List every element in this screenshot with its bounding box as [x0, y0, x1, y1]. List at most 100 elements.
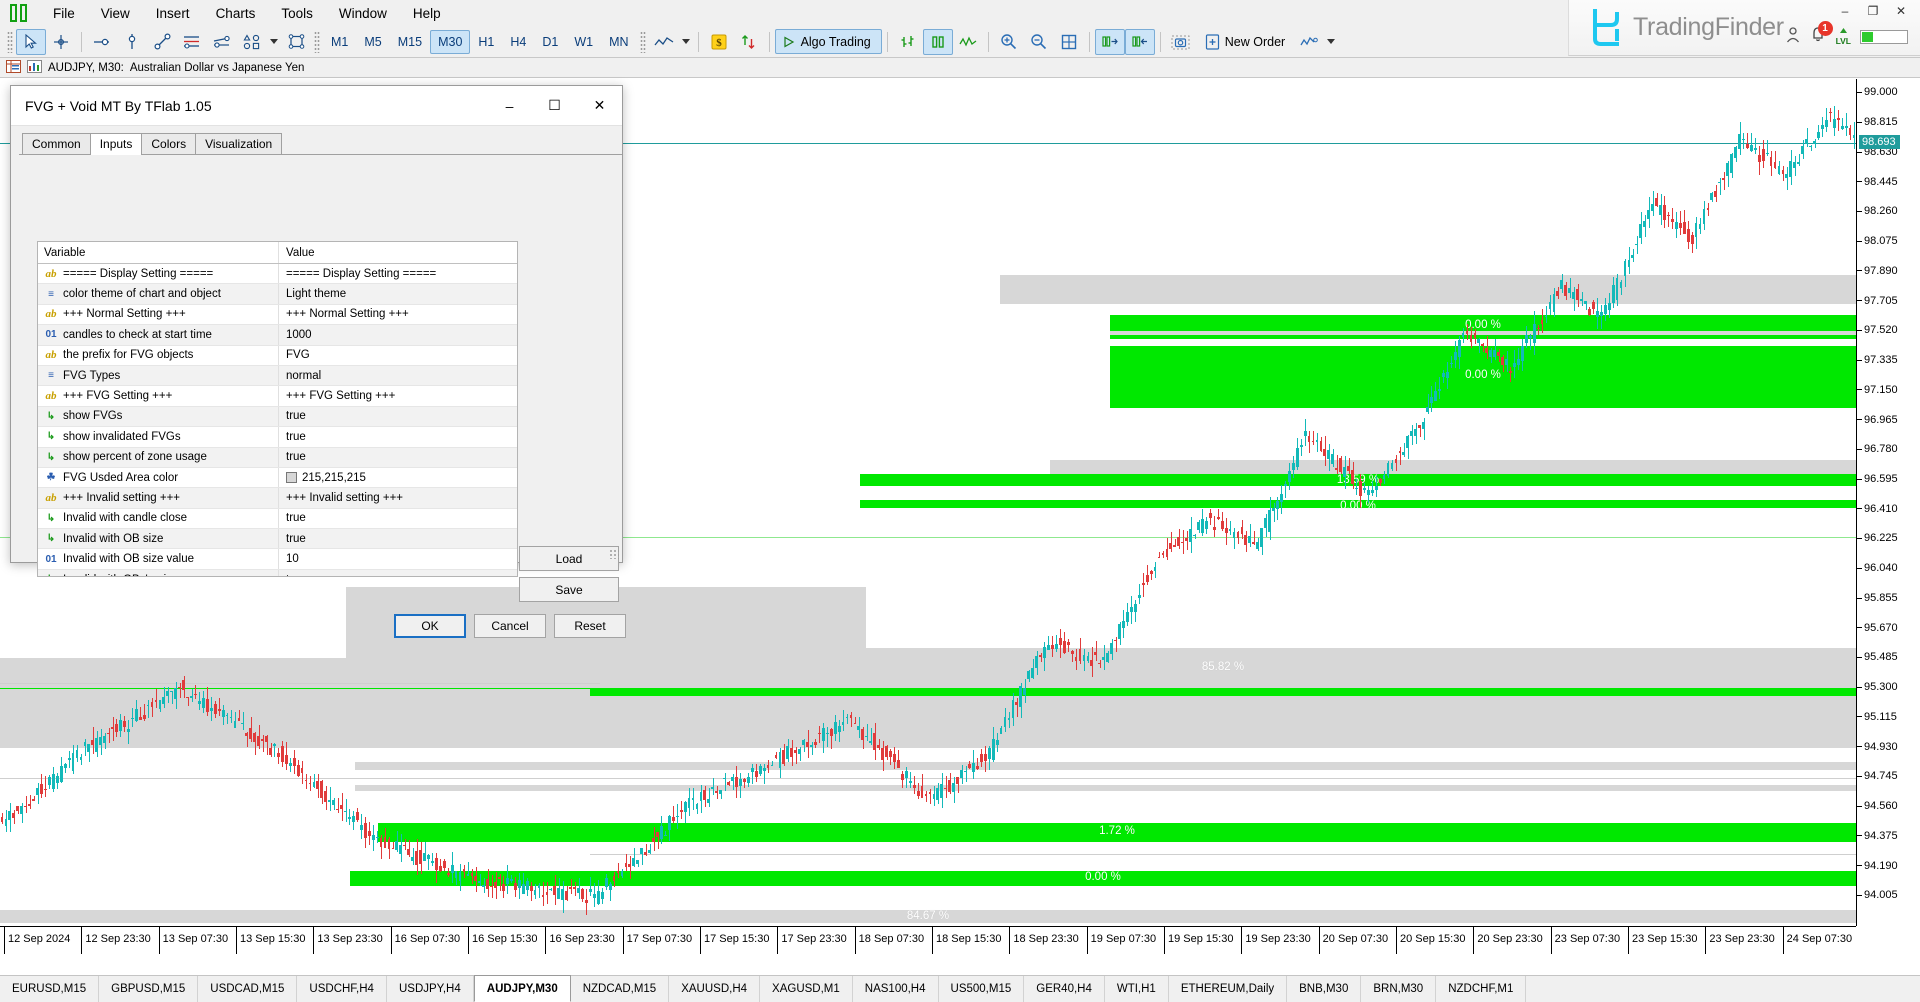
grid-row[interactable]: ↳Invalid with OBs' uniontrue	[38, 570, 517, 577]
reset-button[interactable]: Reset	[554, 614, 626, 638]
shift-chart-right-icon[interactable]	[1095, 29, 1125, 55]
chart-tab-eurusd-m15[interactable]: EURUSD,M15	[0, 976, 99, 1002]
menu-item-insert[interactable]: Insert	[143, 3, 203, 24]
timeframe-h1[interactable]: H1	[470, 30, 502, 54]
chart-tab-ethereum-daily[interactable]: ETHEREUM,Daily	[1169, 976, 1287, 1002]
menu-item-window[interactable]: Window	[326, 3, 400, 24]
menu-item-file[interactable]: File	[40, 3, 88, 24]
dialog-tab-visualization[interactable]: Visualization	[195, 133, 282, 154]
grid-row[interactable]: ab+++ FVG Setting ++++++ FVG Setting +++	[38, 386, 517, 406]
close-icon[interactable]: ✕	[577, 86, 622, 125]
algo-trading-button[interactable]: Algo Trading	[775, 29, 882, 54]
grid-row[interactable]: ☘FVG Usded Area color215,215,215	[38, 468, 517, 488]
dialog-tab-common[interactable]: Common	[22, 133, 91, 154]
timeframe-d1[interactable]: D1	[534, 30, 566, 54]
grid-row[interactable]: ≡FVG Typesnormal	[38, 366, 517, 386]
cell-value-wrap[interactable]: true	[279, 410, 517, 422]
cell-value-wrap[interactable]: true	[279, 574, 517, 577]
select-object-icon[interactable]	[281, 29, 311, 55]
trendline-icon[interactable]	[147, 29, 177, 55]
shift-chart-left-icon[interactable]	[1125, 29, 1155, 55]
maximize-icon[interactable]: ☐	[532, 86, 577, 125]
cancel-button[interactable]: Cancel	[474, 614, 546, 638]
chart-tab-brn-m30[interactable]: BRN,M30	[1361, 976, 1436, 1002]
cell-value-wrap[interactable]: +++ Invalid setting +++	[279, 492, 517, 504]
dialog-tab-inputs[interactable]: Inputs	[90, 133, 143, 155]
cell-value-wrap[interactable]: FVG	[279, 349, 517, 361]
maximize-button[interactable]: ❐	[1860, 2, 1886, 20]
person-icon[interactable]	[1786, 27, 1800, 46]
new-order-button[interactable]: New Order	[1196, 29, 1294, 54]
dialog-resize-handle[interactable]	[609, 549, 619, 559]
cell-value-wrap[interactable]: normal	[279, 370, 517, 382]
cell-value-wrap[interactable]: 10	[279, 553, 517, 565]
chart-tab-xauusd-h4[interactable]: XAUUSD,H4	[669, 976, 760, 1002]
chart-tab-us500-m15[interactable]: US500,M15	[939, 976, 1025, 1002]
grid-row[interactable]: ↳show invalidated FVGstrue	[38, 427, 517, 447]
dollar-icon[interactable]: $	[704, 29, 734, 55]
ok-button[interactable]: OK	[394, 614, 466, 638]
crosshair-icon[interactable]	[46, 29, 76, 55]
bar-chart-icon[interactable]	[893, 29, 923, 55]
timeframe-m1[interactable]: M1	[323, 30, 356, 54]
chart-tab-nzdchf-m1[interactable]: NZDCHF,M1	[1436, 976, 1526, 1002]
grid-icon[interactable]	[1054, 29, 1084, 55]
timeframe-m15[interactable]: M15	[390, 30, 430, 54]
grid-row[interactable]: 01Invalid with OB size value10	[38, 549, 517, 569]
equidistant-channel-icon[interactable]	[177, 29, 207, 55]
minimize-button[interactable]: –	[1832, 2, 1858, 20]
zigzag-line-icon[interactable]	[953, 29, 983, 55]
load-button[interactable]: Load	[519, 546, 619, 571]
chevron-down-icon-3[interactable]	[1324, 29, 1338, 55]
camera-icon[interactable]	[1166, 29, 1196, 55]
price-axis[interactable]: 99.00098.81598.63098.44598.26098.07597.8…	[1856, 79, 1920, 926]
cell-value-wrap[interactable]: 1000	[279, 329, 517, 341]
cell-value-wrap[interactable]: true	[279, 431, 517, 443]
shapes-icon[interactable]	[237, 29, 267, 55]
horizontal-line-icon[interactable]	[87, 29, 117, 55]
menu-item-help[interactable]: Help	[400, 3, 454, 24]
menu-item-view[interactable]: View	[88, 3, 143, 24]
chart-tab-xagusd-m1[interactable]: XAGUSD,M1	[760, 976, 853, 1002]
chart-tab-usdjpy-h4[interactable]: USDJPY,H4	[387, 976, 474, 1002]
chart-tab-usdchf-h4[interactable]: USDCHF,H4	[297, 976, 387, 1002]
cell-value-wrap[interactable]: true	[279, 533, 517, 545]
candlestick-chart-icon[interactable]	[923, 29, 953, 55]
cell-value-wrap[interactable]: ===== Display Setting =====	[279, 268, 517, 280]
indicator-properties-dialog[interactable]: FVG + Void MT By TFlab 1.05 – ☐ ✕ Common…	[10, 85, 623, 563]
grid-row[interactable]: ab+++ Invalid setting ++++++ Invalid set…	[38, 488, 517, 508]
properties-grid-icon[interactable]	[6, 60, 21, 76]
grid-row[interactable]: ab+++ Normal Setting ++++++ Normal Setti…	[38, 305, 517, 325]
chart-tab-wti-h1[interactable]: WTI,H1	[1105, 976, 1169, 1002]
cell-value-wrap[interactable]: 215,215,215	[279, 472, 517, 484]
cell-value-wrap[interactable]: +++ Normal Setting +++	[279, 308, 517, 320]
chart-tab-usdcad-m15[interactable]: USDCAD,M15	[198, 976, 297, 1002]
notification-bell[interactable]: 1	[1809, 26, 1827, 47]
grid-row[interactable]: abthe prefix for FVG objectsFVG	[38, 346, 517, 366]
cell-value-wrap[interactable]: Light theme	[279, 288, 517, 300]
grid-row[interactable]: ↳show percent of zone usagetrue	[38, 448, 517, 468]
chart-tab-gbpusd-m15[interactable]: GBPUSD,M15	[99, 976, 198, 1002]
line-chart-icon[interactable]	[649, 29, 679, 55]
arrows-up-down-icon[interactable]	[734, 29, 764, 55]
inputs-grid[interactable]: VariableValueab===== Display Setting ===…	[37, 241, 518, 577]
chart-tab-bnb-m30[interactable]: BNB,M30	[1287, 976, 1361, 1002]
timeframe-w1[interactable]: W1	[566, 30, 601, 54]
timeframe-m30[interactable]: M30	[430, 30, 470, 54]
fibonacci-icon[interactable]	[207, 29, 237, 55]
timeframe-mn[interactable]: MN	[601, 30, 636, 54]
data-window-icon[interactable]	[27, 60, 42, 76]
save-button[interactable]: Save	[519, 577, 619, 602]
menu-item-charts[interactable]: Charts	[203, 3, 269, 24]
grid-row[interactable]: ↳Invalid with OB sizetrue	[38, 529, 517, 549]
chevron-down-icon[interactable]	[267, 29, 281, 55]
menu-item-tools[interactable]: Tools	[268, 3, 326, 24]
dialog-tab-colors[interactable]: Colors	[141, 133, 196, 154]
timeframe-h4[interactable]: H4	[502, 30, 534, 54]
minimize-icon[interactable]: –	[487, 86, 532, 125]
chart-tab-ger40-h4[interactable]: GER40,H4	[1024, 976, 1105, 1002]
close-button[interactable]: ✕	[1888, 2, 1914, 20]
toolbar-grip-2[interactable]	[314, 31, 320, 53]
vertical-line-icon[interactable]	[117, 29, 147, 55]
grid-row[interactable]: ≡color theme of chart and objectLight th…	[38, 284, 517, 304]
